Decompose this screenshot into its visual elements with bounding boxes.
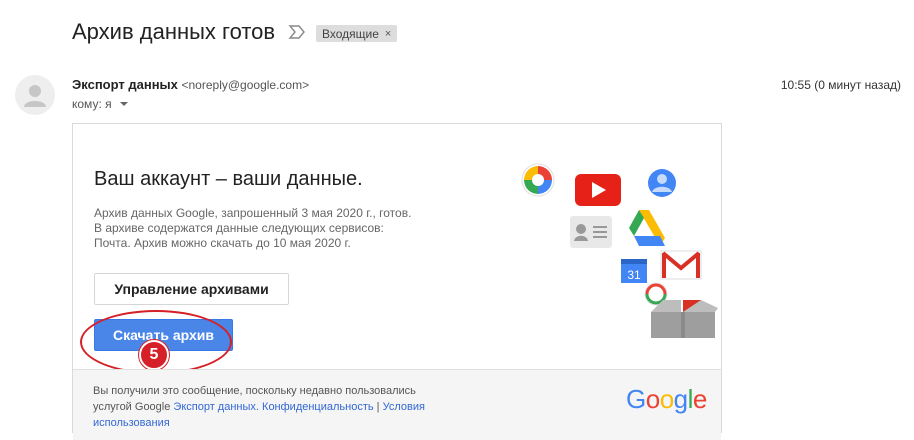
logo-letter: o [645, 384, 660, 414]
body-line: Почта. Архив можно скачать до 10 мая 202… [94, 236, 351, 250]
sender-name: Экспорт данных [72, 77, 178, 92]
inbox-label-text: Входящие [322, 26, 379, 41]
photos-icon [521, 163, 555, 197]
body-line: В архиве содержатся данные следующих сер… [94, 221, 384, 235]
export-link[interactable]: Экспорт данных. [173, 401, 259, 413]
drive-icon [629, 210, 665, 246]
gmail-icon [660, 250, 702, 280]
google-logo: Google [626, 384, 707, 415]
calendar-icon: 31 [621, 259, 647, 283]
youtube-icon [575, 174, 621, 206]
remove-label-icon[interactable]: × [385, 28, 391, 40]
services-illustration: 31 [521, 163, 718, 338]
footer-prefix: услугой Google [93, 401, 174, 413]
footer-text: Вы получили это сообщение, поскольку нед… [93, 383, 453, 431]
sender-line: Экспорт данных <noreply@google.com> [72, 77, 309, 92]
manage-archives-button[interactable]: Управление архивами [94, 273, 289, 305]
recipient-text: кому: я [72, 97, 112, 111]
contacts-icon [570, 216, 612, 248]
email-subject: Архив данных готов [72, 19, 276, 44]
recipient-line[interactable]: кому: я [72, 97, 128, 111]
important-marker-icon[interactable] [288, 24, 306, 40]
logo-letter: o [659, 384, 674, 414]
show-details-icon[interactable] [119, 102, 128, 106]
sender-avatar [15, 75, 55, 115]
footer-separator: | [373, 401, 383, 413]
profile-icon [648, 169, 676, 197]
email-footer: Вы получили это сообщение, поскольку нед… [73, 369, 721, 440]
card-title: Ваш аккаунт – ваши данные. [94, 168, 363, 190]
footer-line: Вы получили это сообщение, поскольку нед… [93, 385, 416, 397]
sender-email: <noreply@google.com> [181, 78, 310, 92]
body-line: Архив данных Google, запрошенный 3 мая 2… [94, 206, 412, 220]
archive-box-icon [651, 300, 718, 338]
privacy-link[interactable]: Конфиденциальность [262, 401, 374, 413]
logo-letter: e [692, 384, 707, 414]
logo-letter: G [626, 384, 646, 414]
card-body: Архив данных Google, запрошенный 3 мая 2… [94, 206, 454, 251]
inbox-label-chip[interactable]: Входящие × [316, 25, 398, 42]
annotation-step-badge: 5 [139, 340, 169, 370]
calendar-day-text: 31 [627, 268, 641, 282]
email-card: Ваш аккаунт – ваши данные. Архив данных … [72, 123, 722, 440]
logo-letter: g [673, 384, 688, 414]
message-time: 10:55 (0 минут назад) [780, 78, 901, 92]
